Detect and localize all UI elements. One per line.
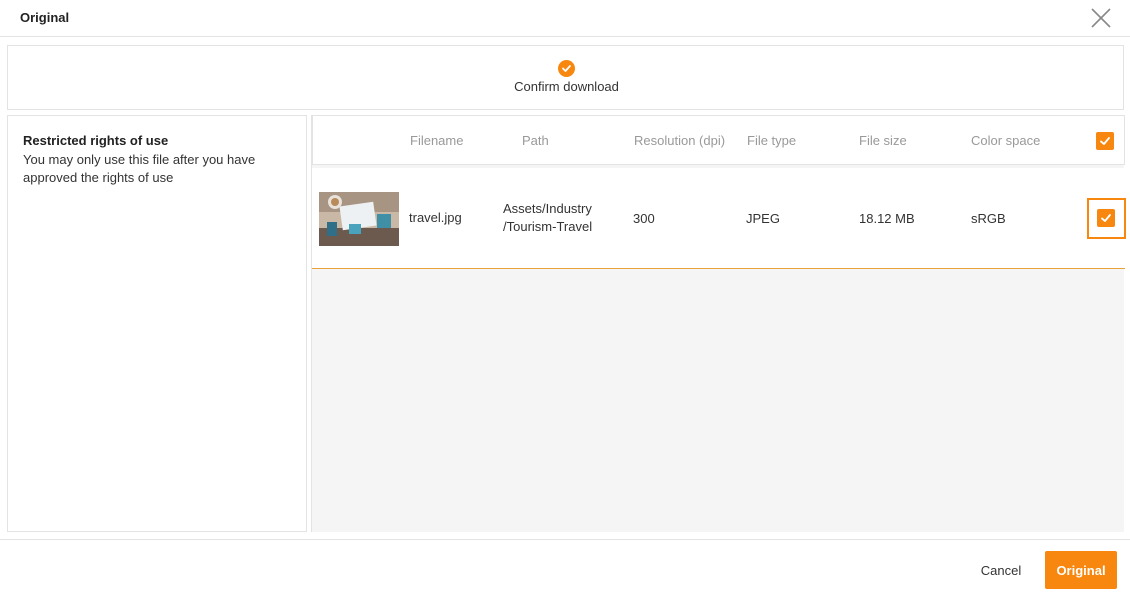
cancel-button[interactable]: Cancel xyxy=(966,558,1036,582)
file-thumbnail xyxy=(319,192,399,246)
cell-filename: travel.jpg xyxy=(409,210,462,225)
file-table: Filename Path Resolution (dpi) File type… xyxy=(311,115,1126,532)
column-header-file-size: File size xyxy=(859,133,907,148)
dialog-titlebar: Original xyxy=(0,0,1130,37)
original-download-button[interactable]: Original xyxy=(1045,551,1117,589)
cell-file-type: JPEG xyxy=(746,211,780,226)
cell-path: Assets/Industry /Tourism-Travel xyxy=(503,200,592,236)
check-circle-icon xyxy=(558,60,575,77)
rights-text: You may only use this file after you hav… xyxy=(23,152,256,185)
row-select-checkbox[interactable] xyxy=(1097,209,1115,227)
close-icon[interactable] xyxy=(1089,6,1113,30)
checkmark-icon xyxy=(1101,214,1111,222)
select-all-checkbox[interactable] xyxy=(1096,132,1114,150)
rights-panel: Restricted rights of use You may only us… xyxy=(7,115,307,532)
column-header-resolution: Resolution (dpi) xyxy=(634,133,726,148)
table-row[interactable]: travel.jpg Assets/Industry /Tourism-Trav… xyxy=(312,168,1126,269)
cell-color-space: sRGB xyxy=(971,211,1006,226)
rights-title: Restricted rights of use xyxy=(23,133,169,148)
dialog-title: Original xyxy=(20,10,70,25)
column-header-file-type: File type xyxy=(747,133,797,148)
download-steps: Confirm download xyxy=(7,45,1124,110)
column-header-color-space: Color space xyxy=(971,133,1041,148)
cell-path-line1: Assets/Industry xyxy=(503,201,592,216)
cell-file-size: 18.12 MB xyxy=(859,211,915,226)
checkmark-icon xyxy=(1100,137,1110,145)
column-header-filename: Filename xyxy=(410,133,464,148)
step-label: Confirm download xyxy=(514,79,619,94)
table-header: Filename Path Resolution (dpi) File type… xyxy=(312,115,1125,165)
dialog-footer: Cancel Original xyxy=(0,539,1130,597)
column-header-path: Path xyxy=(522,133,549,148)
cell-resolution: 300 xyxy=(633,211,655,226)
cell-path-line2: /Tourism-Travel xyxy=(503,219,593,234)
